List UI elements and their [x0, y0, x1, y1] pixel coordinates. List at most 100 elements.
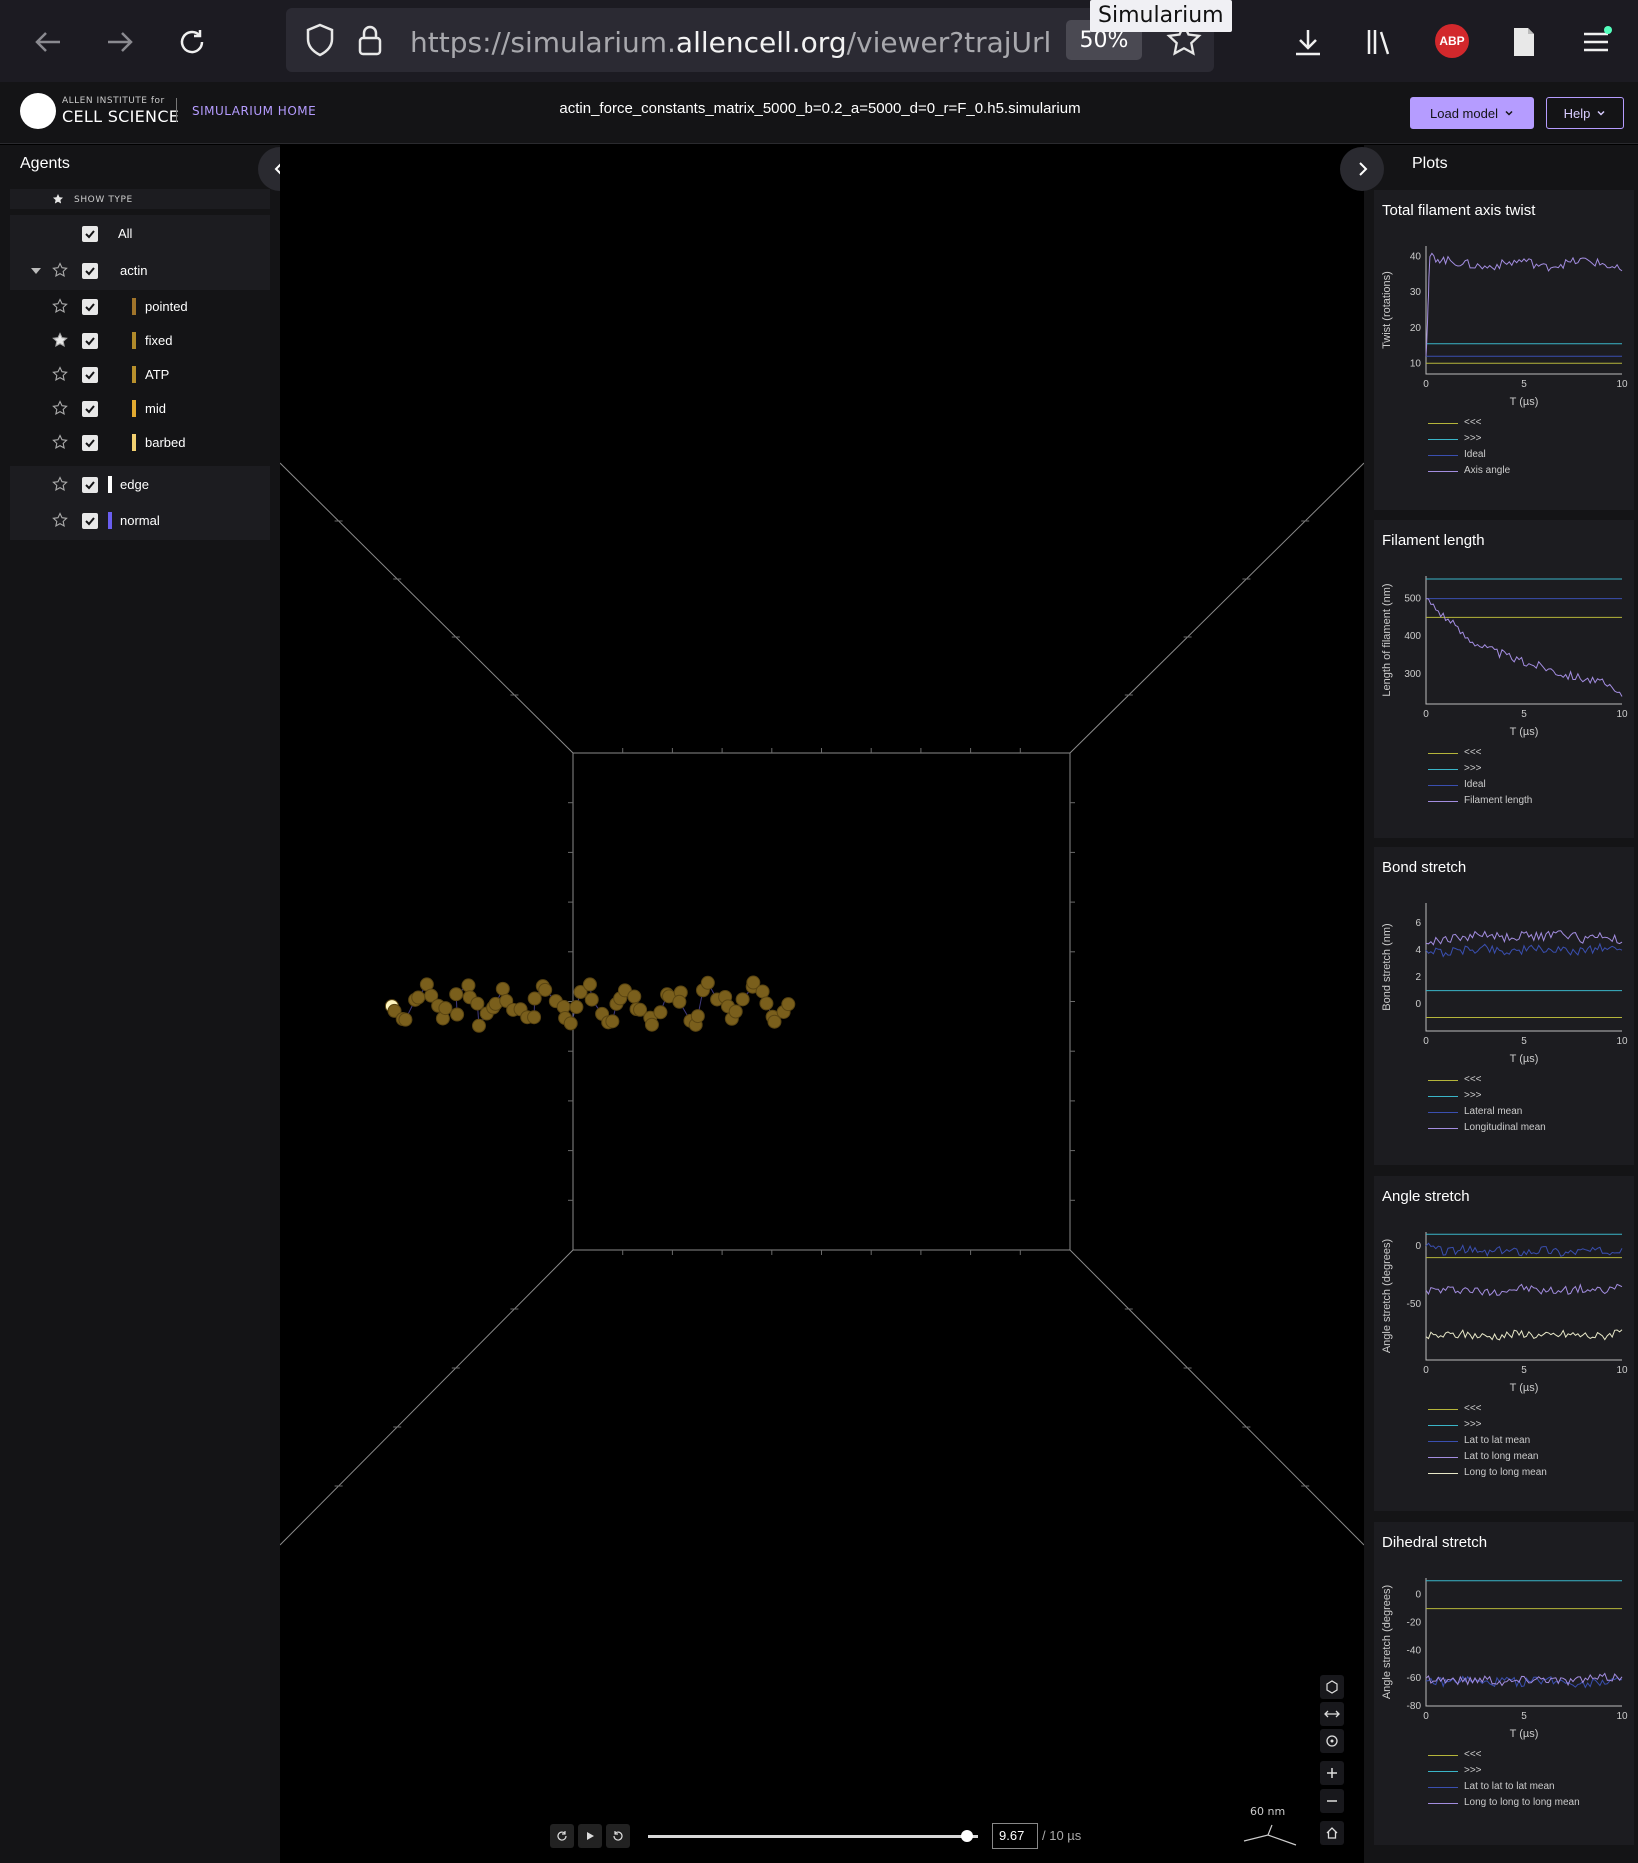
help-button[interactable]: Help [1546, 97, 1624, 129]
agent-row-edge[interactable]: edge [10, 466, 270, 504]
star-outline-icon[interactable] [52, 512, 68, 528]
actin-monomer[interactable] [728, 1004, 743, 1019]
agent-row-actin[interactable]: actin [10, 252, 270, 290]
checkbox-fixed[interactable] [82, 333, 98, 349]
star-outline-icon[interactable] [52, 262, 68, 278]
plot-title: Bond stretch [1382, 859, 1467, 876]
actin-monomer[interactable] [450, 1007, 465, 1022]
load-model-button[interactable]: Load model [1410, 97, 1534, 129]
star-outline-icon[interactable] [52, 434, 68, 450]
x-tick-label: 0 [1423, 709, 1429, 720]
url-text[interactable]: https://simularium.allencell.org/viewer?… [410, 26, 1050, 59]
actin-monomer[interactable] [563, 1016, 578, 1031]
actin-monomer[interactable] [672, 994, 687, 1009]
address-bar[interactable]: https://simularium.allencell.org/viewer?… [286, 8, 1214, 72]
tab-tooltip: Simularium [1090, 0, 1232, 32]
actin-monomer[interactable] [461, 978, 476, 993]
actin-monomer[interactable] [527, 991, 542, 1006]
library-button[interactable] [1356, 18, 1404, 66]
focus-button[interactable] [1320, 1729, 1344, 1753]
x-tick-label: 0 [1423, 1036, 1429, 1047]
actin-monomer[interactable] [449, 987, 464, 1002]
simularium-home-link[interactable]: SIMULARIUM HOME [192, 104, 316, 118]
agent-row-mid[interactable]: mid [10, 390, 270, 424]
actin-monomer[interactable] [582, 977, 597, 992]
y-tick-label: -60 [1407, 1673, 1422, 1684]
downloads-button[interactable] [1284, 18, 1332, 66]
checkbox-barbed[interactable] [82, 435, 98, 451]
timeline-handle[interactable] [961, 1830, 974, 1842]
camera-mode-button[interactable] [1320, 1675, 1344, 1699]
actin-monomer[interactable] [471, 1018, 486, 1033]
forward-button[interactable] [96, 18, 144, 66]
play-button[interactable] [578, 1824, 602, 1848]
star-filled-icon[interactable] [52, 332, 68, 348]
agent-row-pointed[interactable]: pointed [10, 288, 270, 322]
star-outline-icon[interactable] [52, 366, 68, 382]
star-outline-icon[interactable] [52, 400, 68, 416]
plot-chart[interactable]: Bond stretch (nm) 0 2 4 6 0 5 10 T (µs) [1374, 883, 1634, 1083]
plot-chart[interactable]: Twist (rotations) 10 20 30 40 0 5 10 T (µs) [1374, 226, 1634, 426]
agent-row-all[interactable]: All [10, 215, 270, 253]
plot-chart[interactable]: Angle stretch (degrees) -50 0 0 5 10 T (µs) [1374, 1212, 1634, 1412]
checkbox-pointed[interactable] [82, 299, 98, 315]
star-outline-icon[interactable] [52, 476, 68, 492]
actin-monomer[interactable] [495, 981, 510, 996]
lock-icon[interactable] [356, 22, 384, 58]
actin-monomer[interactable] [438, 1001, 453, 1016]
caret-down-icon[interactable] [30, 266, 42, 276]
viewport-3d[interactable]: 60 nm 9.67 / 10 µs [280, 145, 1364, 1863]
back-button[interactable] [24, 18, 72, 66]
actin-monomer[interactable] [755, 984, 770, 999]
actin-monomer[interactable] [398, 1012, 413, 1027]
actin-monomer[interactable] [700, 975, 715, 990]
zoom-out-button[interactable] [1320, 1789, 1344, 1813]
aics-logo-icon[interactable] [20, 93, 56, 129]
shield-icon[interactable] [304, 22, 336, 58]
actin-monomer[interactable] [759, 996, 774, 1011]
agent-row-barbed[interactable]: barbed [10, 424, 270, 458]
checkmark-icon [85, 230, 95, 239]
x-tick-label: 10 [1616, 379, 1628, 390]
plot-axes [1425, 1578, 1622, 1707]
checkbox-actin[interactable] [82, 263, 98, 279]
step-forward-button[interactable] [606, 1824, 630, 1848]
legend-swatch [1428, 753, 1458, 754]
zoom-in-button[interactable] [1320, 1761, 1344, 1785]
actin-monomer[interactable] [538, 982, 553, 997]
actin-monomer[interactable] [781, 997, 796, 1012]
actin-monomer[interactable] [527, 1010, 542, 1025]
actin-filament[interactable] [384, 975, 796, 1033]
current-time-input[interactable]: 9.67 [992, 1823, 1038, 1849]
agent-row-fixed[interactable]: fixed [10, 322, 270, 356]
checkbox-normal[interactable] [82, 513, 98, 529]
menu-button[interactable] [1572, 18, 1620, 66]
collapse-plots-button[interactable] [1340, 147, 1384, 191]
actin-monomer[interactable] [470, 996, 485, 1011]
checkbox-all[interactable] [82, 226, 98, 242]
actin-monomer[interactable] [605, 1014, 620, 1029]
checkbox-atp[interactable] [82, 367, 98, 383]
actin-monomer[interactable] [569, 1000, 584, 1015]
reset-camera-button[interactable] [1320, 1821, 1344, 1845]
actin-monomer[interactable] [644, 1017, 659, 1032]
reload-button[interactable] [168, 18, 216, 66]
agent-row-normal[interactable]: normal [10, 502, 270, 540]
actin-monomer[interactable] [653, 1005, 668, 1020]
adblock-icon[interactable]: ABP [1435, 24, 1469, 58]
step-back-button[interactable] [550, 1824, 574, 1848]
plot-chart[interactable]: Angle stretch (degrees) -80 -60 -40 -20 0 0 5 10… [1374, 1558, 1634, 1758]
checkbox-edge[interactable] [82, 477, 98, 493]
reader-button[interactable] [1500, 18, 1548, 66]
pan-mode-button[interactable] [1320, 1702, 1344, 1726]
actin-monomer[interactable] [735, 992, 750, 1007]
actin-monomer[interactable] [690, 1009, 705, 1024]
plot-chart[interactable]: Length of filament (nm) 300 400 500 0 5 10 T (µ… [1374, 556, 1634, 756]
star-outline-icon[interactable] [52, 298, 68, 314]
checkbox-mid[interactable] [82, 401, 98, 417]
actin-monomer[interactable] [411, 990, 426, 1005]
timeline-slider[interactable] [648, 1830, 978, 1842]
actin-monomer[interactable] [627, 989, 642, 1004]
actin-monomer[interactable] [584, 992, 599, 1007]
agent-row-atp[interactable]: ATP [10, 356, 270, 390]
